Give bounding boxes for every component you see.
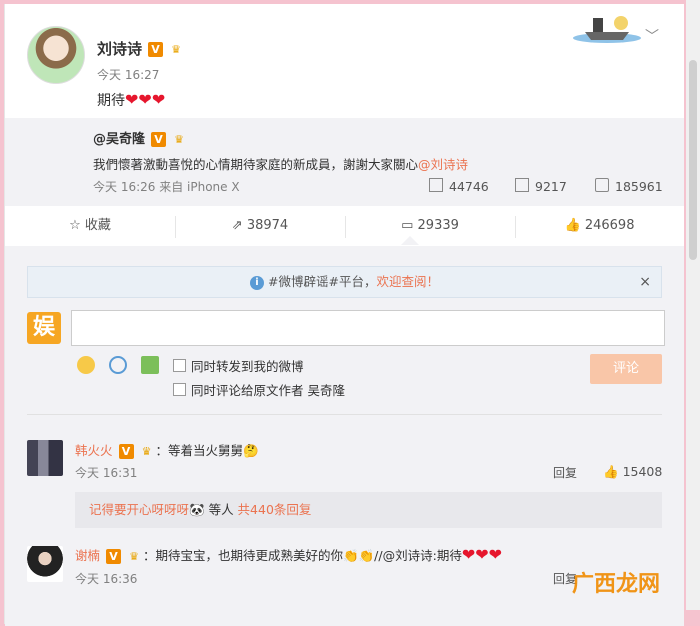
yu-logo-icon: 娱 bbox=[27, 312, 61, 344]
comment-like-count: 15408 bbox=[622, 464, 663, 479]
forward-count: 38974 bbox=[246, 218, 289, 233]
rumor-notice: i #微博辟谣#平台，欢迎查阅！ × bbox=[27, 266, 662, 298]
action-bar: ☆ 收藏 ⇗ 38974 ▭ 29339 👍 246698 bbox=[5, 206, 684, 247]
favorite-label: 收藏 bbox=[84, 218, 111, 233]
repost-forward-count: 44746 bbox=[449, 179, 489, 194]
comment-input[interactable] bbox=[71, 310, 665, 346]
thumbs-up-icon: 👍 bbox=[603, 464, 619, 479]
repost-author-text[interactable]: @吴奇隆 bbox=[93, 132, 145, 147]
thumbs-up-icon bbox=[595, 178, 609, 192]
watermark: 广西龙网 bbox=[572, 566, 660, 598]
repost-forward-stat[interactable]: 44746 bbox=[429, 178, 489, 194]
submit-comment-button[interactable]: 评论 bbox=[590, 354, 662, 384]
comment-author[interactable]: 韩火火 bbox=[75, 443, 113, 458]
forward-icon bbox=[429, 178, 443, 192]
repost-comment-stat[interactable]: 9217 bbox=[515, 178, 567, 194]
scrollbar-thumb[interactable] bbox=[689, 60, 697, 260]
repost-like-stat[interactable]: 185961 bbox=[595, 178, 663, 194]
active-tab-pointer bbox=[401, 236, 419, 245]
member-crown-icon: ♛ bbox=[171, 43, 181, 56]
member-crown-icon: ♛ bbox=[141, 445, 152, 458]
forward-button[interactable]: ⇗ 38974 bbox=[175, 206, 345, 246]
comment-author[interactable]: 谢楠 bbox=[75, 548, 100, 563]
emoji-icon[interactable] bbox=[77, 356, 95, 374]
info-icon: i bbox=[250, 276, 265, 290]
repost-mention-text[interactable]: //@刘诗诗: bbox=[374, 548, 437, 563]
comment-line: 韩火火 V ♛ ：等着当火舅舅🤔 bbox=[75, 440, 259, 459]
verified-badge-icon: V bbox=[106, 549, 122, 564]
repost-mention[interactable]: //@刘诗诗: bbox=[374, 548, 437, 563]
heart-emoji-icon: ❤❤❤ bbox=[125, 90, 166, 109]
verified-badge-icon: V bbox=[118, 444, 134, 459]
author-name[interactable]: 刘诗诗 V ♛ bbox=[97, 38, 185, 59]
thumbs-up-icon: 👍 bbox=[564, 218, 581, 233]
close-icon[interactable]: × bbox=[639, 267, 651, 297]
member-crown-icon: ♛ bbox=[129, 550, 139, 563]
comments-divider bbox=[27, 414, 662, 415]
member-crown-icon: ♛ bbox=[174, 133, 184, 146]
comment-avatar[interactable] bbox=[27, 440, 63, 476]
repost-meta[interactable]: 今天 16:26 来自 iPhone X bbox=[93, 178, 240, 195]
reply-button[interactable]: 回复 bbox=[553, 464, 577, 481]
sub-reply-count-link[interactable]: 共440条回复 bbox=[238, 502, 312, 517]
verified-badge-icon: V bbox=[148, 42, 164, 57]
star-icon: ☆ bbox=[69, 218, 81, 233]
mention-link[interactable]: @刘诗诗 bbox=[418, 157, 468, 172]
repost-author[interactable]: @吴奇隆 V ♛ bbox=[93, 128, 188, 147]
comment-icon bbox=[515, 178, 529, 192]
watermark-text: 广西龙网 bbox=[572, 572, 661, 597]
boat-decoration-icon bbox=[573, 16, 641, 43]
favorite-button[interactable]: ☆ 收藏 bbox=[5, 206, 175, 246]
notice-text: #微博辟谣#平台， bbox=[268, 274, 377, 289]
image-icon[interactable] bbox=[141, 356, 159, 374]
like-count: 246698 bbox=[584, 218, 635, 233]
comment-avatar[interactable] bbox=[27, 546, 63, 582]
comment-line: 谢楠 V ♛ ：期待宝宝，也期待更成熟美好的你👏👏//@刘诗诗:期待❤❤❤ bbox=[75, 545, 502, 564]
author-avatar[interactable] bbox=[27, 26, 85, 84]
comment-original-checkbox-label[interactable]: 同时评论给原文作者 吴奇隆 bbox=[191, 380, 345, 399]
repost-text-body: 我們懷著激動喜悅的心情期待家庭的新成員，謝謝大家關心 bbox=[93, 157, 419, 172]
comment-button[interactable]: ▭ 29339 bbox=[345, 206, 515, 246]
repost-comment-count: 9217 bbox=[535, 179, 567, 194]
forward-checkbox[interactable] bbox=[173, 359, 186, 372]
repost-like-count: 185961 bbox=[615, 179, 663, 194]
chevron-down-icon[interactable]: ﹀ bbox=[645, 26, 659, 46]
emoji-icon: 🤔 bbox=[243, 443, 259, 458]
forward-checkbox-label[interactable]: 同时转发到我的微博 bbox=[191, 356, 304, 375]
repost-block: @吴奇隆 V ♛ 我們懷著激動喜悅的心情期待家庭的新成員，謝謝大家關心@刘诗诗 今天… bbox=[5, 118, 684, 206]
comment-count: 29339 bbox=[417, 218, 459, 233]
verified-badge-icon: V bbox=[151, 132, 167, 147]
comment-icon: ▭ bbox=[401, 218, 414, 233]
panda-emoji-icon: 🐼 bbox=[189, 502, 205, 517]
repost-text: 期待 bbox=[436, 548, 462, 563]
comment-text: ：期待宝宝，也期待更成熟美好的你 bbox=[143, 548, 344, 563]
sub-reply-text[interactable]: 记得要开心呀呀呀 bbox=[89, 502, 189, 517]
like-button[interactable]: 👍 246698 bbox=[515, 206, 684, 246]
sub-reply-others: 等人 bbox=[204, 502, 238, 517]
post-text-body: 期待 bbox=[97, 93, 125, 109]
post-text: 期待❤❤❤ bbox=[97, 90, 165, 110]
sub-replies-box[interactable]: 记得要开心呀呀呀🐼 等人 共440条回复 bbox=[75, 492, 662, 528]
gif-icon[interactable] bbox=[109, 356, 127, 374]
author-name-text[interactable]: 刘诗诗 bbox=[97, 40, 142, 58]
forward-icon: ⇗ bbox=[231, 218, 243, 233]
comment-like-button[interactable]: 👍 15408 bbox=[603, 464, 662, 480]
weibo-post-card: 刘诗诗 V ♛ 今天 16:27 期待❤❤❤ ﹀ @吴奇隆 V ♛ 我們懷著激動喜悅的心… bbox=[4, 4, 684, 626]
heart-emoji-icon: ❤❤❤ bbox=[461, 545, 503, 564]
comment-time: 今天 16:36 bbox=[75, 572, 138, 586]
repost-text: 我們懷著激動喜悅的心情期待家庭的新成員，謝謝大家關心@刘诗诗 bbox=[93, 154, 468, 173]
post-time[interactable]: 今天 16:27 bbox=[97, 66, 159, 83]
scrollbar[interactable] bbox=[686, 0, 700, 610]
clap-emoji-icon: 👏👏 bbox=[343, 548, 375, 563]
notice-link[interactable]: 欢迎查阅！ bbox=[376, 274, 439, 289]
comment-text: ：等着当火舅舅 bbox=[155, 443, 244, 458]
comment-time: 今天 16:31 bbox=[75, 466, 138, 480]
comment-original-checkbox[interactable] bbox=[173, 383, 186, 396]
